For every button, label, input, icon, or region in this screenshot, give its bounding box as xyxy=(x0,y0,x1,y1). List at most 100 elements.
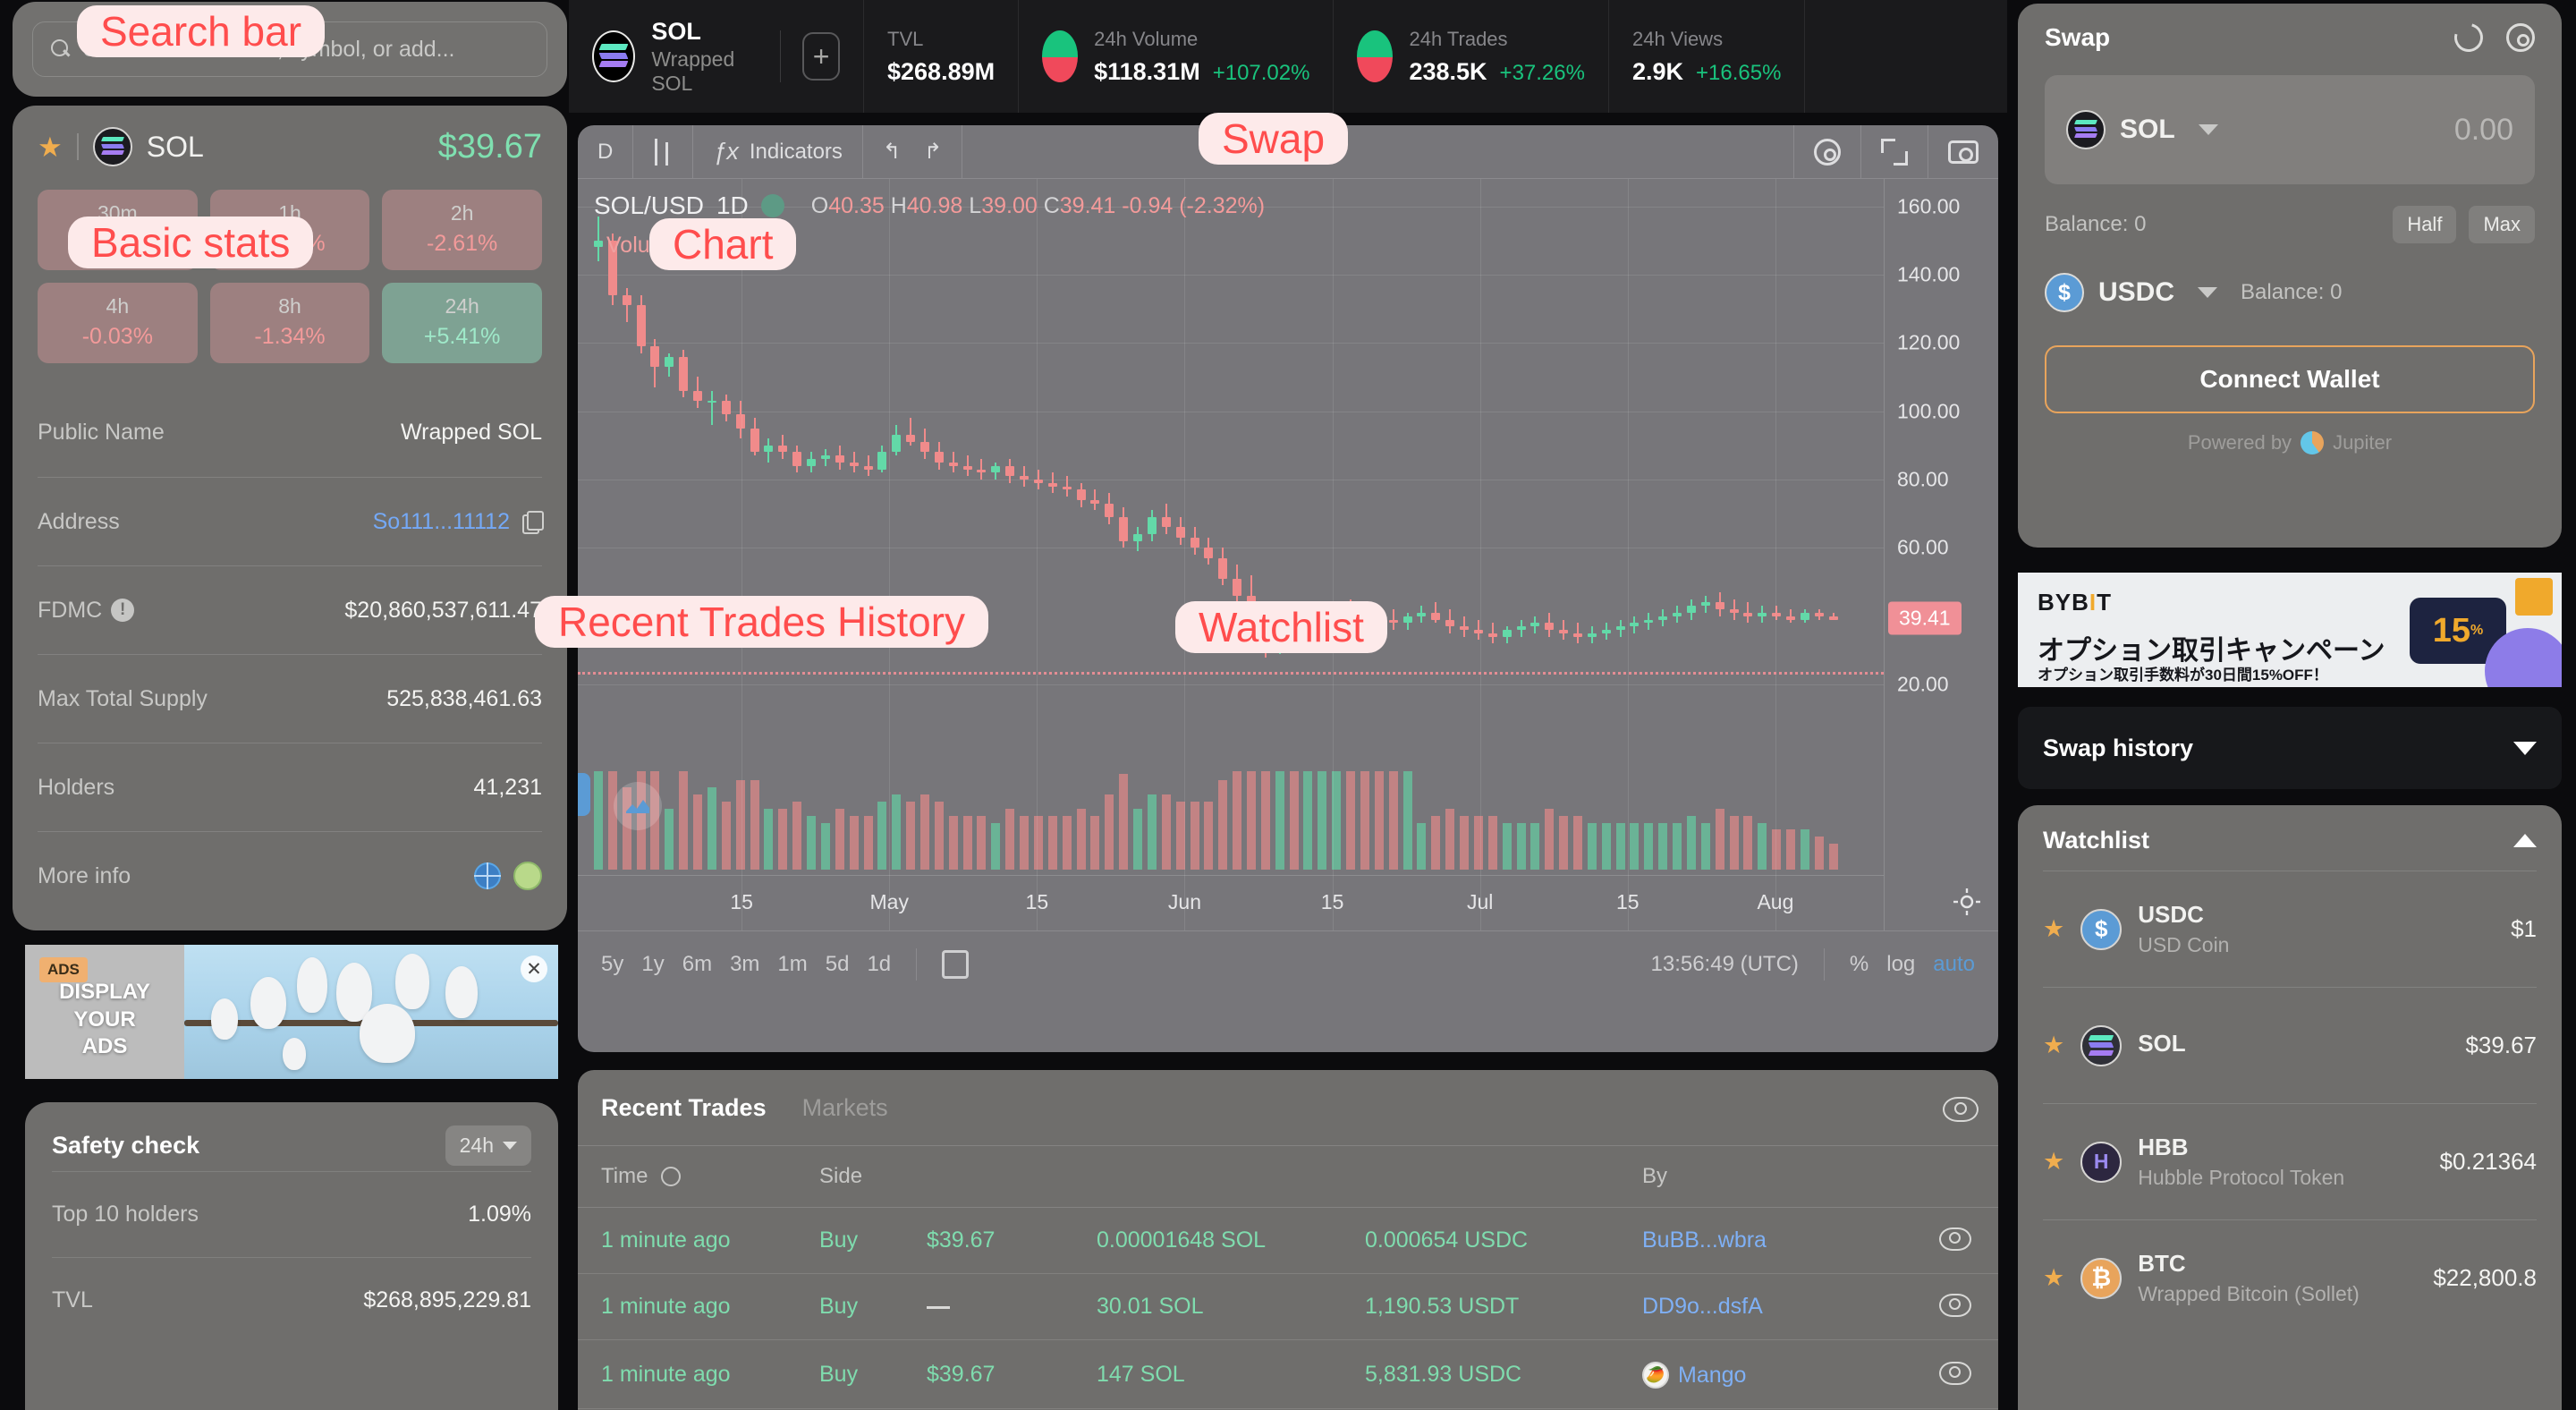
volume-bar xyxy=(991,822,1001,870)
swap-from-field[interactable]: SOL 0.00 xyxy=(2045,75,2535,184)
watchlist-item-sol[interactable]: ★ SOL $39.67 xyxy=(2043,987,2537,1103)
range-3m[interactable]: 3m xyxy=(730,952,759,977)
watchlist-item-btc[interactable]: ★ ₿ BTC Wrapped Bitcoin (Sollet) $22,800… xyxy=(2043,1219,2537,1336)
stat-row-fdmc: FDMC ! $20,860,537,611.47 xyxy=(38,565,542,654)
cell-by[interactable]: BuBB...wbra xyxy=(1642,1207,1927,1274)
favorite-star-icon[interactable]: ★ xyxy=(2043,1266,2064,1290)
gear-icon[interactable] xyxy=(2506,23,2535,52)
ad-banner[interactable]: ADS DISPLAY YOUR ADS ✕ xyxy=(25,945,558,1079)
swap-history-section[interactable]: Swap history xyxy=(2018,707,2562,789)
venue-link[interactable]: Mango xyxy=(1678,1363,1746,1389)
safety-period-value: 24h xyxy=(459,1134,494,1157)
table-row[interactable]: 1 minute ago Buy $39.67 147 SOL 5,831.93… xyxy=(578,1339,1998,1409)
y-axis-tick: 140.00 xyxy=(1897,262,1961,286)
volume-bar xyxy=(1814,837,1824,870)
favorite-star-icon[interactable]: ★ xyxy=(2043,917,2064,941)
chart-settings-button[interactable] xyxy=(1794,125,1861,179)
tab-markets[interactable]: Markets xyxy=(802,1094,888,1122)
safety-period-dropdown[interactable]: 24h xyxy=(445,1125,531,1166)
favorite-star-icon[interactable]: ★ xyxy=(38,133,63,161)
left-sidebar: Search token name, symbol, or add... ★ S… xyxy=(13,0,567,1410)
watchlist-item-usdc[interactable]: ★ $ USDC USD Coin $1 xyxy=(2043,871,2537,987)
undo-icon[interactable]: ↰ xyxy=(883,139,901,165)
cell-by[interactable]: DD9o...dsfA xyxy=(1642,1273,1927,1340)
left-drawer-toggle[interactable] xyxy=(578,773,590,816)
watchlist-item-hbb[interactable]: ★ H HBB Hubble Protocol Token $0.21364 xyxy=(2043,1103,2537,1219)
chart-plot-area[interactable]: SOL/USD 1D O40.35 H40.98 L39.00 C39.41 -… xyxy=(578,179,1998,930)
chevron-down-icon[interactable] xyxy=(2513,741,2537,755)
range-1d[interactable]: 1d xyxy=(867,952,891,977)
connect-wallet-button[interactable]: Connect Wallet xyxy=(2045,345,2535,413)
max-button[interactable]: Max xyxy=(2469,206,2535,243)
range-1m[interactable]: 1m xyxy=(777,952,807,977)
cell-actions[interactable] xyxy=(1927,1339,1998,1409)
timeframe-cell-8h[interactable]: 8h -1.34% xyxy=(209,283,370,363)
candlestick-plot[interactable] xyxy=(578,179,1884,930)
chart-theme-icon[interactable] xyxy=(1953,888,1980,915)
price-axis[interactable]: 160.00 140.00 120.00 100.00 80.00 60.00 20.00 3… xyxy=(1884,179,1998,930)
volume-bar xyxy=(1487,815,1497,870)
close-icon[interactable]: ✕ xyxy=(521,956,547,982)
column-header-by[interactable]: By xyxy=(1642,1145,1927,1208)
column-header-time[interactable]: Time xyxy=(578,1145,819,1208)
chart-snapshot-button[interactable] xyxy=(1928,125,1998,179)
cell-actions[interactable] xyxy=(1927,1273,1998,1340)
chevron-up-icon[interactable] xyxy=(2513,834,2537,847)
scale-auto-button[interactable]: auto xyxy=(1933,952,1975,977)
swap-from-amount-input[interactable]: 0.00 xyxy=(2454,113,2513,148)
info-icon[interactable]: ! xyxy=(111,599,135,622)
trader-link[interactable]: DD9o...dsfA xyxy=(1642,1294,1763,1319)
chart-interval-button[interactable]: D xyxy=(578,125,634,179)
trader-link[interactable]: BuBB...wbra xyxy=(1642,1227,1767,1253)
calendar-icon[interactable] xyxy=(942,949,970,979)
stat-label: Holders xyxy=(38,774,115,800)
explorer-earth-icon[interactable] xyxy=(513,862,542,890)
swap-to-token-selector[interactable]: $ USDC xyxy=(2045,273,2218,312)
redo-icon[interactable]: ↱ xyxy=(924,139,942,165)
swap-from-token-selector[interactable]: SOL xyxy=(2066,110,2218,149)
swap-from-symbol: SOL xyxy=(2120,115,2175,144)
y-axis-tick: 120.00 xyxy=(1897,330,1961,354)
half-button[interactable]: Half xyxy=(2393,206,2457,243)
y-axis-tick: 60.00 xyxy=(1897,535,1949,559)
table-row[interactable]: 1 minute ago Buy $39.67 0.00001648 SOL 0… xyxy=(578,1207,1998,1274)
scale-percent-button[interactable]: % xyxy=(1850,952,1868,977)
volume-bar xyxy=(1573,815,1582,870)
volume-bar xyxy=(1260,771,1270,870)
timeframe-cell-2h[interactable]: 2h -2.61% xyxy=(382,190,542,270)
copy-icon[interactable] xyxy=(522,511,544,534)
header-token-identity[interactable]: SOL Wrapped SOL + xyxy=(569,0,864,113)
volume-bar xyxy=(1275,771,1284,870)
stat-value-address[interactable]: So111...11112 xyxy=(373,509,544,535)
bybit-ad-banner[interactable]: BYBIT オプション取引キャンペーン オプション取引手数料が30日間15%OF… xyxy=(2018,573,2562,687)
chart-fullscreen-button[interactable] xyxy=(1861,125,1928,179)
refresh-icon[interactable] xyxy=(2449,18,2488,57)
scale-log-button[interactable]: log xyxy=(1886,952,1915,977)
cell-by[interactable]: 🥭 Mango xyxy=(1642,1339,1927,1409)
favorite-star-icon[interactable]: ★ xyxy=(2043,1150,2064,1174)
venue-mango[interactable]: 🥭 Mango xyxy=(1642,1362,1746,1389)
chart-indicators-button[interactable]: ƒx Indicators xyxy=(693,125,863,179)
chart-type-button[interactable] xyxy=(633,125,694,179)
website-globe-icon[interactable] xyxy=(474,862,501,889)
favorite-star-icon[interactable]: ★ xyxy=(2043,1033,2064,1058)
visibility-eye-icon[interactable] xyxy=(1943,1097,1979,1122)
provider-name: Jupiter xyxy=(2333,431,2393,454)
timeframe-cell-24h[interactable]: 24h +5.41% xyxy=(382,283,542,363)
range-5d[interactable]: 5d xyxy=(826,952,850,977)
divider xyxy=(916,947,918,981)
time-axis[interactable]: 15 May 15 Jun 15 Jul 15 Aug xyxy=(578,875,1980,930)
swap-to-field[interactable]: $ USDC Balance: 0 xyxy=(2045,267,2535,319)
table-row[interactable]: 1 minute ago Buy 30.01 SOL 1,190.53 USDT… xyxy=(578,1273,1998,1340)
add-to-watchlist-button[interactable]: + xyxy=(802,32,840,81)
bybit-logo-b: T xyxy=(2097,589,2113,616)
range-5y[interactable]: 5y xyxy=(601,952,623,977)
cell-actions[interactable] xyxy=(1927,1207,1998,1274)
range-6m[interactable]: 6m xyxy=(682,952,712,977)
timeframe-cell-4h[interactable]: 4h -0.03% xyxy=(38,283,198,363)
chart-undo-redo[interactable]: ↰ ↱ xyxy=(863,125,963,179)
range-1y[interactable]: 1y xyxy=(641,952,664,977)
tab-recent-trades[interactable]: Recent Trades xyxy=(601,1094,767,1122)
volume-bar xyxy=(1119,773,1129,870)
column-header-side[interactable]: Side xyxy=(819,1145,927,1208)
